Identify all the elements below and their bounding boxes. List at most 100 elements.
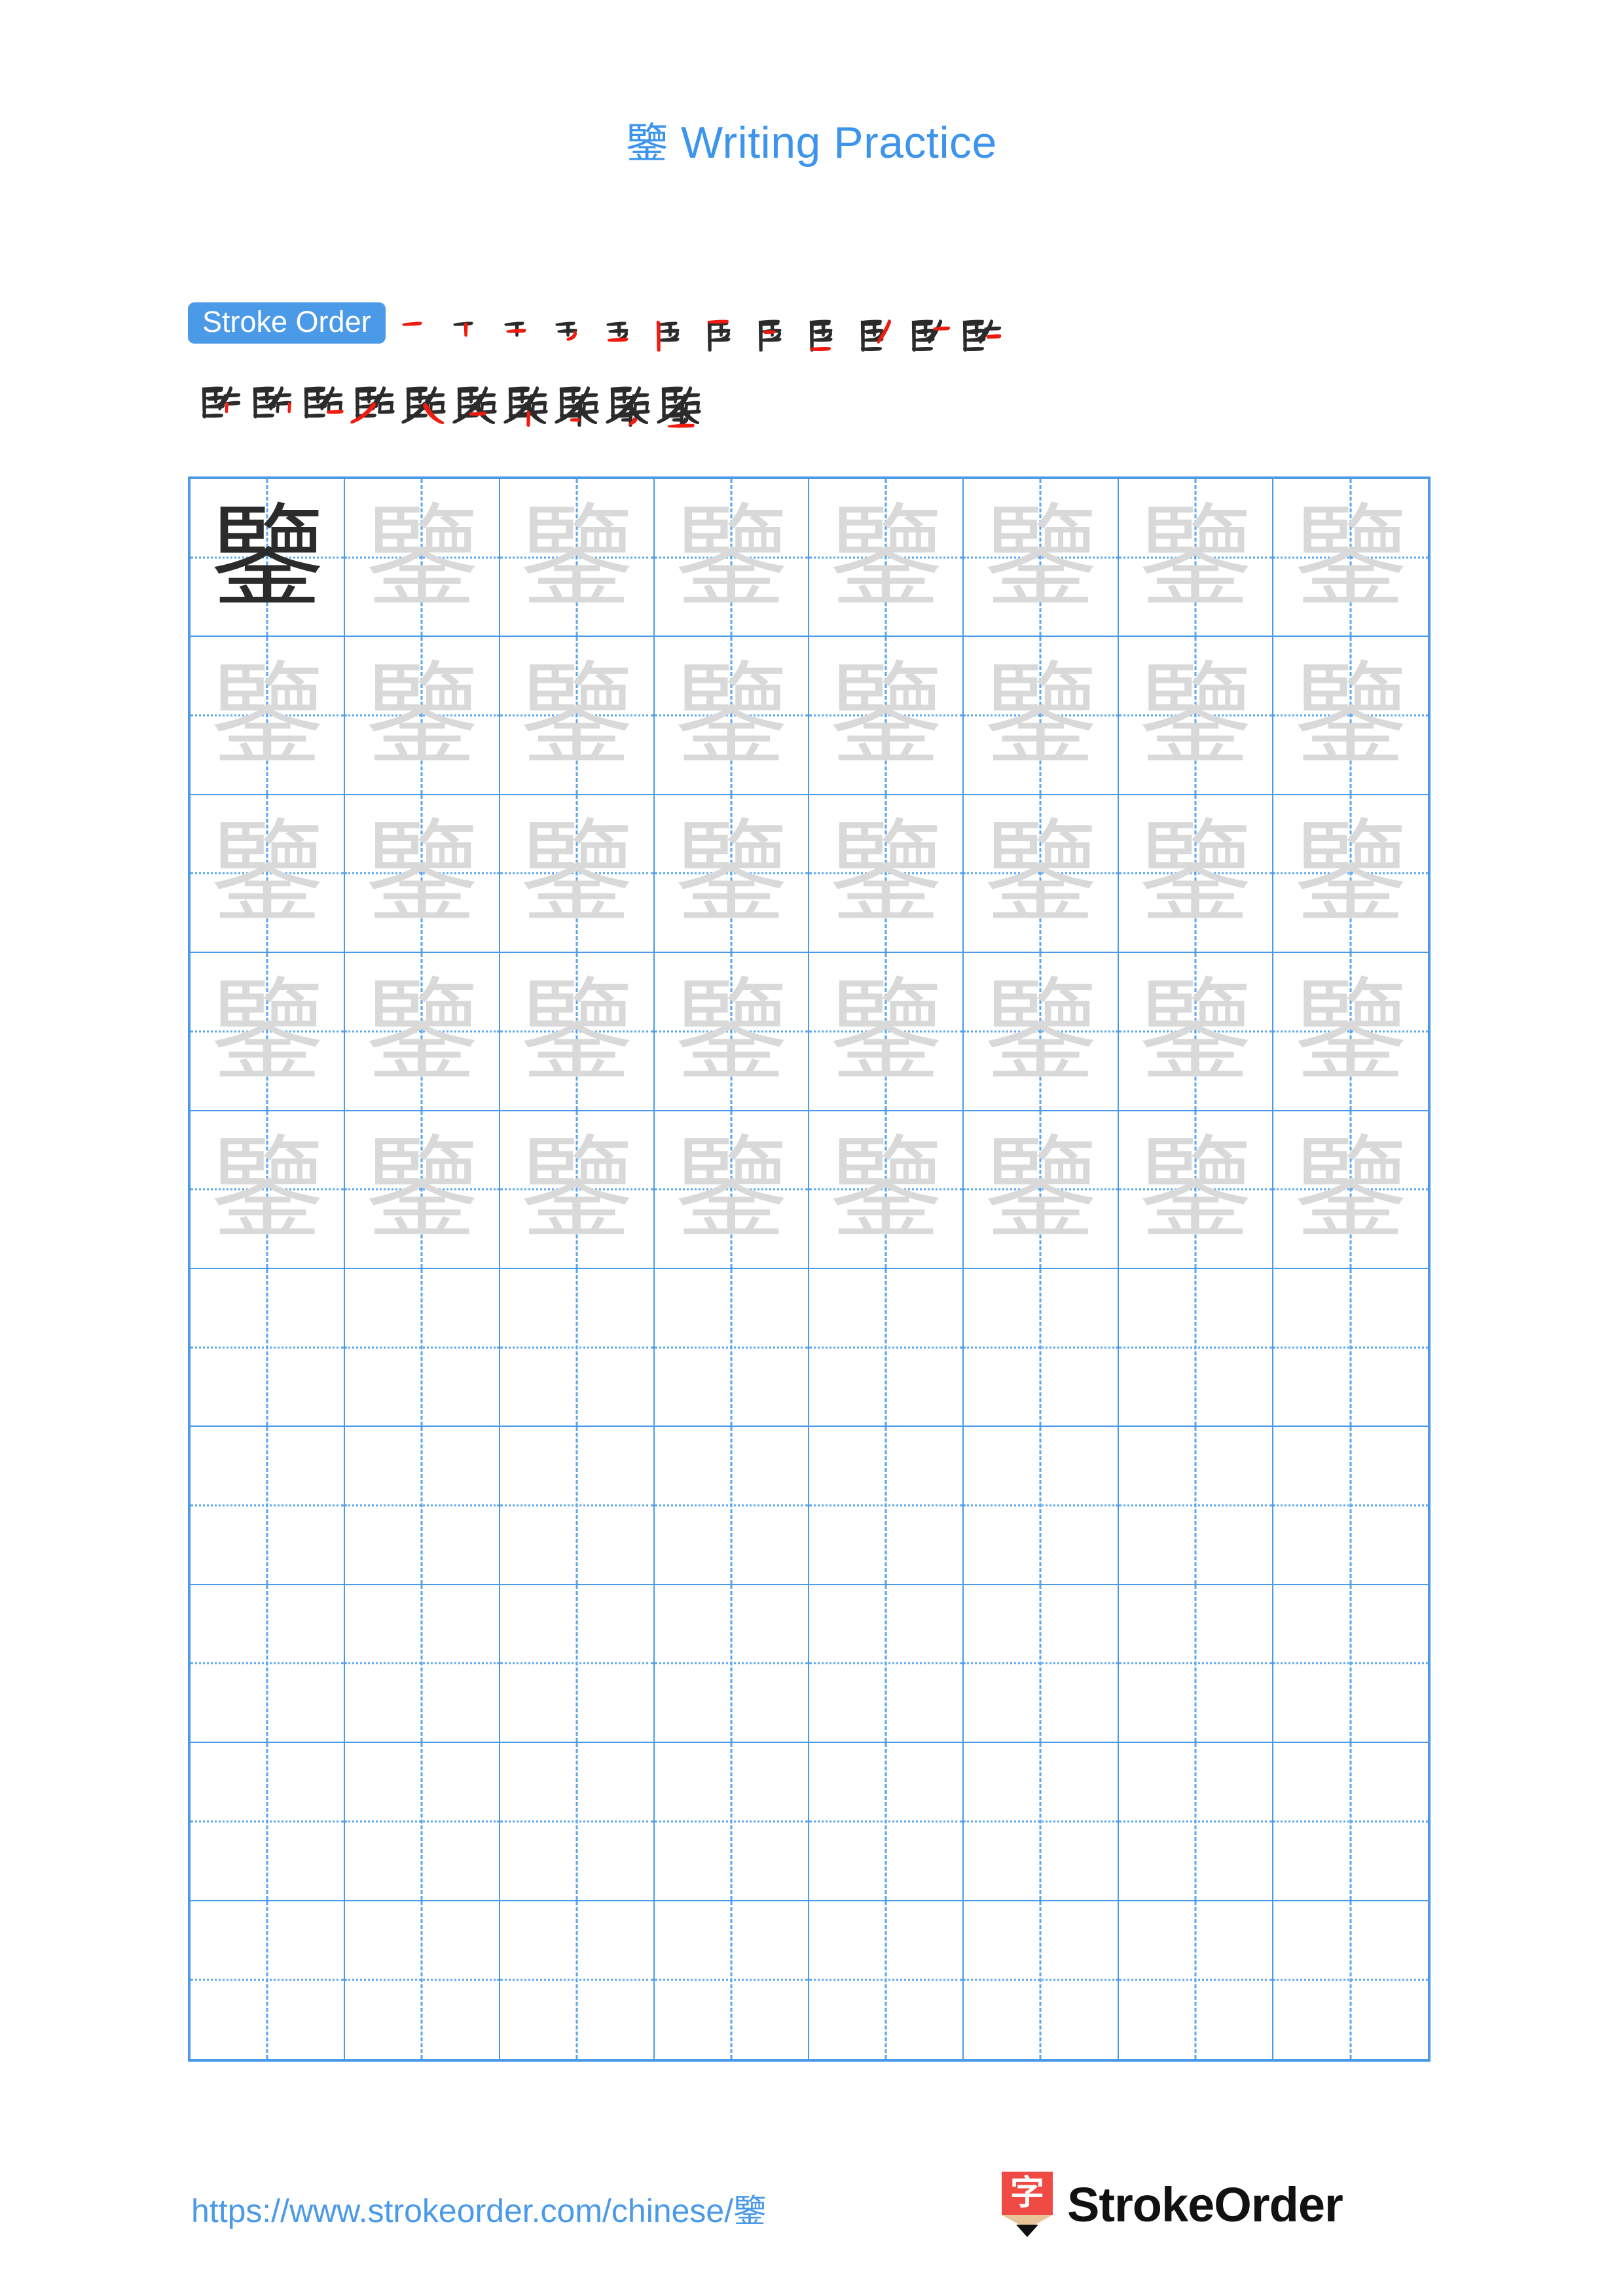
trace-character: 鑒 [520, 965, 633, 1097]
grid-cell-r9-c8[interactable] [1273, 1743, 1428, 1901]
grid-cell-r7-c7[interactable] [1118, 1427, 1273, 1585]
grid-cell-r6-c8[interactable] [1273, 1269, 1428, 1427]
grid-cell-r5-c3[interactable]: 鑒 [500, 1111, 655, 1269]
trace-character: 鑒 [365, 965, 479, 1097]
grid-cell-r1-c3[interactable]: 鑒 [500, 479, 655, 637]
grid-cell-r3-c3[interactable]: 鑒 [500, 795, 655, 954]
trace-character: 鑒 [365, 491, 479, 623]
grid-cell-r2-c8[interactable]: 鑒 [1273, 637, 1428, 795]
footer-url-link[interactable]: https://www.strokeorder.com/chinese/鑒 [191, 2185, 766, 2232]
grid-cell-r10-c4[interactable] [655, 1901, 809, 2059]
grid-cell-r9-c4[interactable] [654, 1743, 809, 1901]
grid-cell-r3-c5[interactable]: 鑒 [809, 795, 964, 954]
grid-cell-r1-c2[interactable]: 鑒 [345, 479, 500, 637]
grid-cell-r5-c8[interactable]: 鑒 [1273, 1111, 1428, 1269]
grid-cell-r7-c3[interactable] [500, 1427, 655, 1585]
grid-cell-r4-c7[interactable]: 鑒 [1118, 953, 1273, 1111]
grid-cell-r2-c7[interactable]: 鑒 [1118, 637, 1273, 795]
grid-cell-r7-c6[interactable] [964, 1427, 1119, 1585]
grid-cell-r2-c1[interactable]: 鑒 [191, 637, 346, 795]
grid-cell-r8-c4[interactable] [654, 1585, 809, 1744]
grid-cell-r8-c5[interactable] [809, 1585, 964, 1744]
grid-cell-r9-c2[interactable] [345, 1743, 500, 1901]
grid-cell-r8-c3[interactable] [500, 1585, 655, 1744]
grid-cell-r7-c5[interactable] [809, 1427, 964, 1585]
grid-cell-r5-c6[interactable]: 鑒 [964, 1111, 1119, 1269]
grid-cell-r4-c3[interactable]: 鑒 [500, 953, 655, 1111]
grid-cell-r3-c7[interactable]: 鑒 [1118, 795, 1273, 954]
trace-character: 鑒 [984, 965, 1097, 1097]
grid-cell-r3-c6[interactable]: 鑒 [964, 795, 1119, 954]
grid-cell-r4-c2[interactable]: 鑒 [345, 953, 500, 1111]
grid-cell-r10-c1[interactable] [191, 1901, 346, 2059]
grid-cell-r3-c8[interactable]: 鑒 [1273, 795, 1428, 954]
grid-cell-r10-c6[interactable] [964, 1901, 1119, 2059]
grid-cell-r3-c2[interactable]: 鑒 [345, 795, 500, 954]
grid-cell-r2-c2[interactable]: 鑒 [345, 637, 500, 795]
trace-character: 鑒 [520, 491, 633, 623]
grid-cell-r6-c3[interactable] [500, 1268, 655, 1427]
grid-cell-r7-c8[interactable] [1273, 1427, 1428, 1585]
grid-cell-r10-c3[interactable] [500, 1901, 655, 2059]
grid-cell-r7-c4[interactable] [654, 1427, 809, 1585]
trace-character: 鑒 [830, 491, 943, 623]
grid-cell-r5-c2[interactable]: 鑒 [345, 1111, 500, 1269]
trace-character: 鑒 [984, 1123, 1097, 1255]
trace-character: 鑒 [674, 1123, 788, 1255]
grid-cell-r9-c6[interactable] [964, 1743, 1119, 1901]
grid-cell-r5-c4[interactable]: 鑒 [654, 1111, 809, 1269]
grid-cell-r1-c5[interactable]: 鑒 [809, 479, 964, 637]
grid-cell-r10-c7[interactable] [1119, 1901, 1273, 2059]
grid-cell-r1-c8[interactable]: 鑒 [1273, 479, 1428, 637]
grid-cell-r10-c2[interactable] [345, 1901, 500, 2059]
grid-cell-r8-c2[interactable] [345, 1585, 500, 1744]
grid-cell-r8-c6[interactable] [964, 1585, 1119, 1744]
grid-cell-r9-c3[interactable] [500, 1743, 655, 1901]
stroke-step-2 [443, 302, 494, 363]
trace-character: 鑒 [1294, 649, 1407, 781]
grid-cell-r7-c2[interactable] [345, 1427, 500, 1585]
grid-cell-r6-c7[interactable] [1118, 1268, 1273, 1427]
grid-cell-r4-c5[interactable]: 鑒 [809, 953, 964, 1111]
grid-cell-r3-c1[interactable]: 鑒 [191, 795, 346, 954]
grid-cell-r6-c5[interactable] [809, 1268, 964, 1427]
grid-cell-r8-c1[interactable] [191, 1585, 346, 1744]
grid-cell-r2-c5[interactable]: 鑒 [809, 637, 964, 795]
grid-cell-r2-c4[interactable]: 鑒 [654, 637, 809, 795]
grid-cell-r2-c6[interactable]: 鑒 [964, 637, 1119, 795]
pencil-body: 字 [1002, 2172, 1053, 2215]
stroke-step-19 [500, 369, 551, 429]
grid-cell-r1-c6[interactable]: 鑒 [964, 479, 1119, 637]
grid-cell-r5-c1[interactable]: 鑒 [191, 1111, 346, 1269]
grid-cell-r4-c8[interactable]: 鑒 [1273, 953, 1428, 1111]
trace-character: 鑒 [211, 649, 324, 781]
grid-cell-r4-c6[interactable]: 鑒 [964, 953, 1119, 1111]
grid-cell-r10-c5[interactable] [809, 1901, 964, 2059]
grid-cell-r8-c7[interactable] [1118, 1585, 1273, 1744]
grid-cell-r5-c5[interactable]: 鑒 [809, 1111, 964, 1269]
grid-cell-r6-c6[interactable] [964, 1268, 1119, 1427]
grid-cell-r4-c1[interactable]: 鑒 [191, 953, 346, 1111]
grid-cell-r1-c7[interactable]: 鑒 [1118, 479, 1273, 637]
grid-cell-r6-c2[interactable] [345, 1268, 500, 1427]
grid-cell-r5-c7[interactable]: 鑒 [1118, 1111, 1273, 1269]
grid-cell-r3-c4[interactable]: 鑒 [654, 795, 809, 954]
grid-cell-r9-c7[interactable] [1118, 1743, 1273, 1901]
grid-cell-r6-c1[interactable] [191, 1268, 346, 1427]
grid-cell-r4-c4[interactable]: 鑒 [654, 953, 809, 1111]
stroke-step-3 [494, 302, 545, 363]
grid-cell-r7-c1[interactable] [191, 1427, 346, 1585]
grid-cell-r1-c1[interactable]: 鑒 [191, 479, 346, 637]
grid-cell-r1-c4[interactable]: 鑒 [654, 479, 809, 637]
grid-cell-r6-c4[interactable] [654, 1268, 809, 1427]
grid-cell-r8-c8[interactable] [1273, 1585, 1428, 1744]
stroke-order-section: Stroke Order [188, 302, 1432, 432]
stroke-step-10 [852, 302, 903, 363]
grid-cell-r9-c1[interactable] [191, 1743, 346, 1901]
grid-cell-r9-c5[interactable] [809, 1743, 964, 1901]
stroke-order-row-2 [188, 369, 1432, 432]
grid-cell-r10-c8[interactable] [1273, 1901, 1428, 2059]
trace-character: 鑒 [365, 807, 479, 939]
trace-character: 鑒 [830, 649, 943, 781]
grid-cell-r2-c3[interactable]: 鑒 [500, 637, 655, 795]
